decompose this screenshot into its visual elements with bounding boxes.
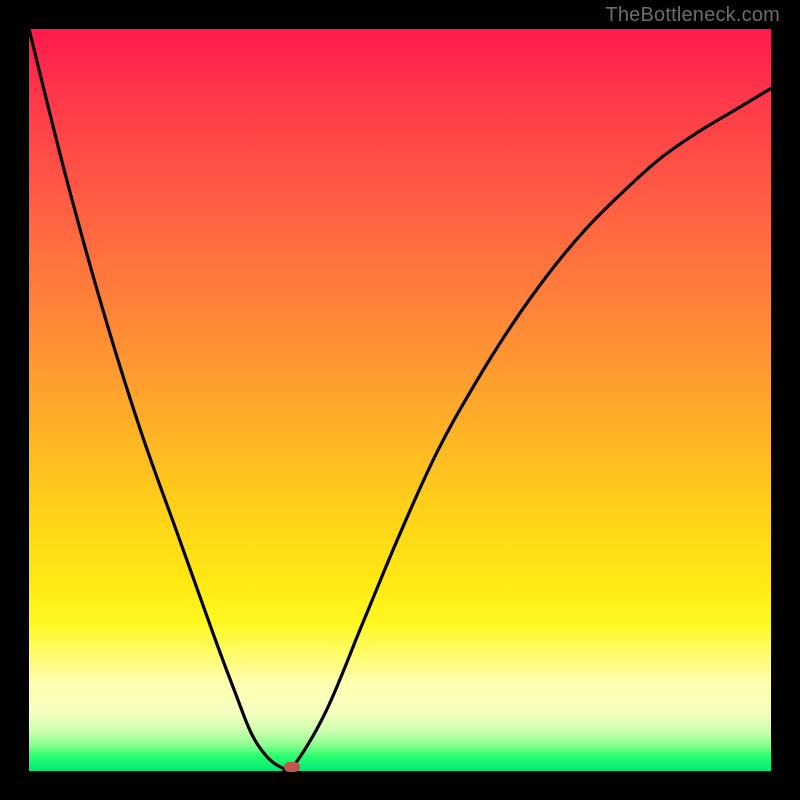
chart-svg (29, 29, 771, 771)
chart-plot-area (29, 29, 771, 771)
optimal-point-marker (284, 762, 300, 772)
curve-path (29, 29, 771, 772)
watermark-text: TheBottleneck.com (605, 4, 780, 27)
chart-frame: TheBottleneck.com (0, 0, 800, 800)
